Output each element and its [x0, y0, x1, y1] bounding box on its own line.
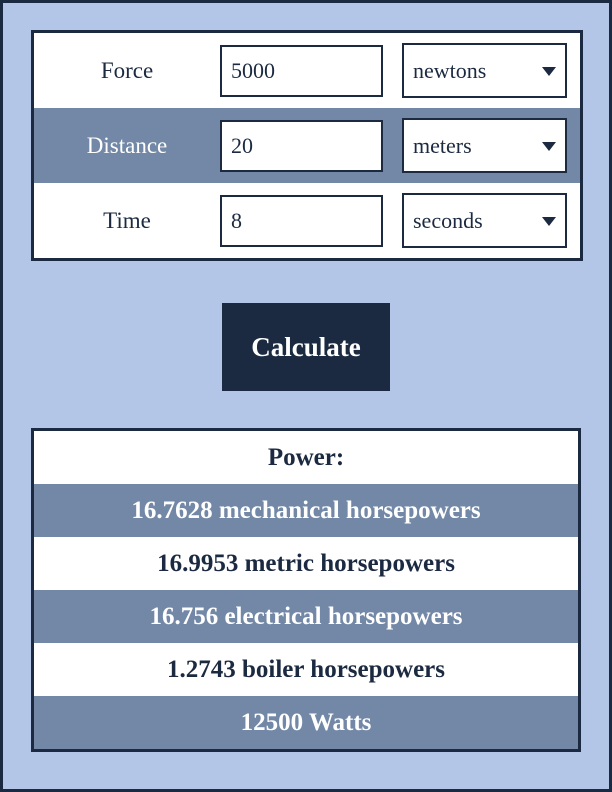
table-row: Distance 20 meters [32, 108, 582, 183]
table-row: 16.7628 mechanical horsepowers [32, 484, 580, 537]
force-input[interactable]: 5000 [220, 44, 383, 97]
field-unit-cell-distance: meters [402, 108, 582, 183]
calculate-button-container: Calculate [31, 261, 581, 428]
field-label-distance: Distance [86, 132, 168, 158]
time-unit-select[interactable]: seconds [402, 193, 567, 248]
result-row-electrical-horsepowers: 16.756 electrical horsepowers [32, 590, 580, 643]
distance-unit-select[interactable]: meters [402, 118, 567, 173]
force-unit-value: newtons [413, 58, 487, 83]
table-row: Force 5000 newtons [32, 31, 582, 109]
calculate-button[interactable]: Calculate [222, 303, 390, 391]
table-row: 12500 Watts [32, 696, 580, 751]
chevron-down-icon [542, 216, 556, 226]
distance-input[interactable]: 20 [220, 119, 383, 172]
field-input-cell-distance: 20 [220, 108, 402, 183]
field-unit-cell-time: seconds [402, 183, 582, 260]
results-header: Power: [32, 429, 580, 484]
table-row: Power: [32, 429, 580, 484]
results-table: Power: 16.7628 mechanical horsepowers 16… [31, 428, 581, 752]
result-row-metric-horsepowers: 16.9953 metric horsepowers [32, 537, 580, 590]
time-unit-value: seconds [413, 208, 483, 233]
field-unit-cell-force: newtons [402, 32, 582, 109]
distance-unit-value: meters [413, 133, 472, 158]
table-row: 16.9953 metric horsepowers [32, 537, 580, 590]
chevron-down-icon [542, 141, 556, 151]
result-row-mechanical-horsepowers: 16.7628 mechanical horsepowers [32, 484, 580, 537]
table-row: 16.756 electrical horsepowers [32, 590, 580, 643]
field-input-cell-force: 5000 [220, 32, 402, 109]
input-form-table: Force 5000 newtons Distance 20 meters Ti… [31, 30, 583, 261]
chevron-down-icon [542, 66, 556, 76]
table-row: Time 8 seconds [32, 183, 582, 260]
result-row-boiler-horsepowers: 1.2743 boiler horsepowers [32, 643, 580, 696]
result-row-watts: 12500 Watts [32, 696, 580, 751]
time-input[interactable]: 8 [220, 194, 383, 247]
calculator-page: Force 5000 newtons Distance 20 meters Ti… [3, 3, 609, 789]
field-label-time: Time [103, 207, 151, 233]
table-row: 1.2743 boiler horsepowers [32, 643, 580, 696]
field-input-cell-time: 8 [220, 183, 402, 260]
field-label-force: Force [100, 57, 154, 83]
force-unit-select[interactable]: newtons [402, 43, 567, 98]
